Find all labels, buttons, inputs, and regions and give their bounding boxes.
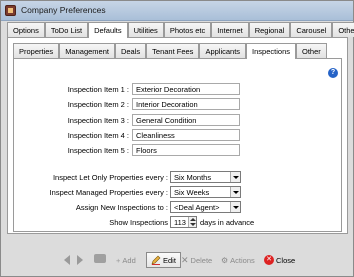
item-5-label: Inspection Item 5 : bbox=[67, 146, 129, 155]
tab-internet[interactable]: Internet bbox=[211, 22, 249, 37]
tab-carousel[interactable]: Carousel bbox=[290, 22, 333, 37]
binoculars-icon[interactable] bbox=[94, 254, 106, 263]
managed-select[interactable]: Six Weeks bbox=[170, 186, 241, 198]
close-label: Close bbox=[276, 255, 296, 265]
delete-x-icon: ✕ bbox=[181, 254, 189, 265]
delete-button[interactable]: ✕ Delete bbox=[181, 252, 212, 268]
edit-button[interactable]: Edit bbox=[146, 252, 181, 268]
item-3-label: Inspection Item 3 : bbox=[67, 116, 129, 125]
item-4-field[interactable]: Cleanliness bbox=[132, 129, 240, 141]
chevron-down-icon bbox=[230, 187, 240, 197]
subtab-properties[interactable]: Properties bbox=[13, 43, 60, 58]
item-5-field[interactable]: Floors bbox=[132, 144, 240, 156]
close-button[interactable]: ✕ Close bbox=[264, 252, 295, 268]
tab-todo-list[interactable]: ToDo List bbox=[44, 22, 89, 37]
managed-label: Inspect Managed Properties every : bbox=[49, 188, 168, 197]
let-only-label: Inspect Let Only Properties every : bbox=[52, 173, 168, 182]
tab-defaults[interactable]: Defaults bbox=[88, 22, 128, 38]
help-icon[interactable]: ? bbox=[328, 68, 338, 78]
top-tabs: Options ToDo List Defaults Utilities Pho… bbox=[7, 22, 354, 38]
managed-value: Six Weeks bbox=[174, 188, 210, 197]
spinner-arrows-icon[interactable] bbox=[188, 217, 196, 227]
assign-value: <Deal Agent> bbox=[174, 203, 220, 212]
show-days-value: 113 bbox=[174, 218, 186, 227]
subtab-inspections[interactable]: Inspections bbox=[246, 43, 296, 59]
edit-label: Edit bbox=[163, 255, 176, 265]
bottom-toolbar: + Add Edit ✕ Delete ⚙ Actions ✕ Close bbox=[1, 247, 353, 273]
actions-button[interactable]: ⚙ Actions bbox=[221, 252, 255, 268]
tab-photos-etc[interactable]: Photos etc bbox=[163, 22, 212, 37]
title-bar: Company Preferences bbox=[1, 1, 353, 21]
subtab-management[interactable]: Management bbox=[59, 43, 115, 58]
chevron-down-icon bbox=[230, 172, 240, 182]
plus-icon: + bbox=[116, 255, 121, 265]
window-title: Company Preferences bbox=[21, 5, 106, 15]
left-arrow-icon[interactable] bbox=[64, 255, 70, 265]
pencil-icon bbox=[151, 255, 161, 265]
add-button[interactable]: + Add bbox=[116, 252, 136, 268]
actions-label: Actions bbox=[230, 255, 255, 265]
item-2-field[interactable]: Interior Decoration bbox=[132, 98, 240, 110]
tab-utilities[interactable]: Utilities bbox=[127, 22, 164, 37]
chevron-down-icon bbox=[230, 202, 240, 212]
app-icon bbox=[5, 5, 16, 16]
subtab-deals[interactable]: Deals bbox=[114, 43, 147, 58]
item-1-field[interactable]: Exterior Decoration bbox=[132, 83, 240, 95]
add-label: Add bbox=[122, 255, 136, 265]
let-only-value: Six Months bbox=[174, 173, 212, 182]
sub-tabs: Properties Management Deals Tenant Fees … bbox=[13, 43, 327, 59]
show-label: Show Inspections bbox=[109, 218, 168, 227]
show-days-spinner[interactable]: 113 bbox=[170, 216, 197, 228]
item-4-label: Inspection Item 4 : bbox=[67, 131, 129, 140]
close-icon: ✕ bbox=[264, 255, 274, 265]
item-2-label: Inspection Item 2 : bbox=[67, 100, 129, 109]
let-only-select[interactable]: Six Months bbox=[170, 171, 241, 183]
subtab-other[interactable]: Other bbox=[296, 43, 327, 58]
subtab-tenant-fees[interactable]: Tenant Fees bbox=[146, 43, 200, 58]
preferences-window: Company Preferences Options ToDo List De… bbox=[0, 0, 354, 277]
item-1-label: Inspection Item 1 : bbox=[67, 85, 129, 94]
tab-options[interactable]: Options bbox=[7, 22, 45, 37]
item-3-field[interactable]: General Condition bbox=[132, 114, 240, 126]
assign-select[interactable]: <Deal Agent> bbox=[170, 201, 241, 213]
show-suffix: days in advance bbox=[200, 218, 255, 227]
actions-gear-icon: ⚙ bbox=[221, 255, 229, 265]
assign-label: Assign New Inspections to : bbox=[75, 203, 168, 212]
right-arrow-icon[interactable] bbox=[77, 255, 83, 265]
delete-label: Delete bbox=[190, 255, 213, 265]
tab-other[interactable]: Other bbox=[332, 22, 354, 37]
tab-regional[interactable]: Regional bbox=[248, 22, 291, 37]
subtab-applicants[interactable]: Applicants bbox=[199, 43, 247, 58]
